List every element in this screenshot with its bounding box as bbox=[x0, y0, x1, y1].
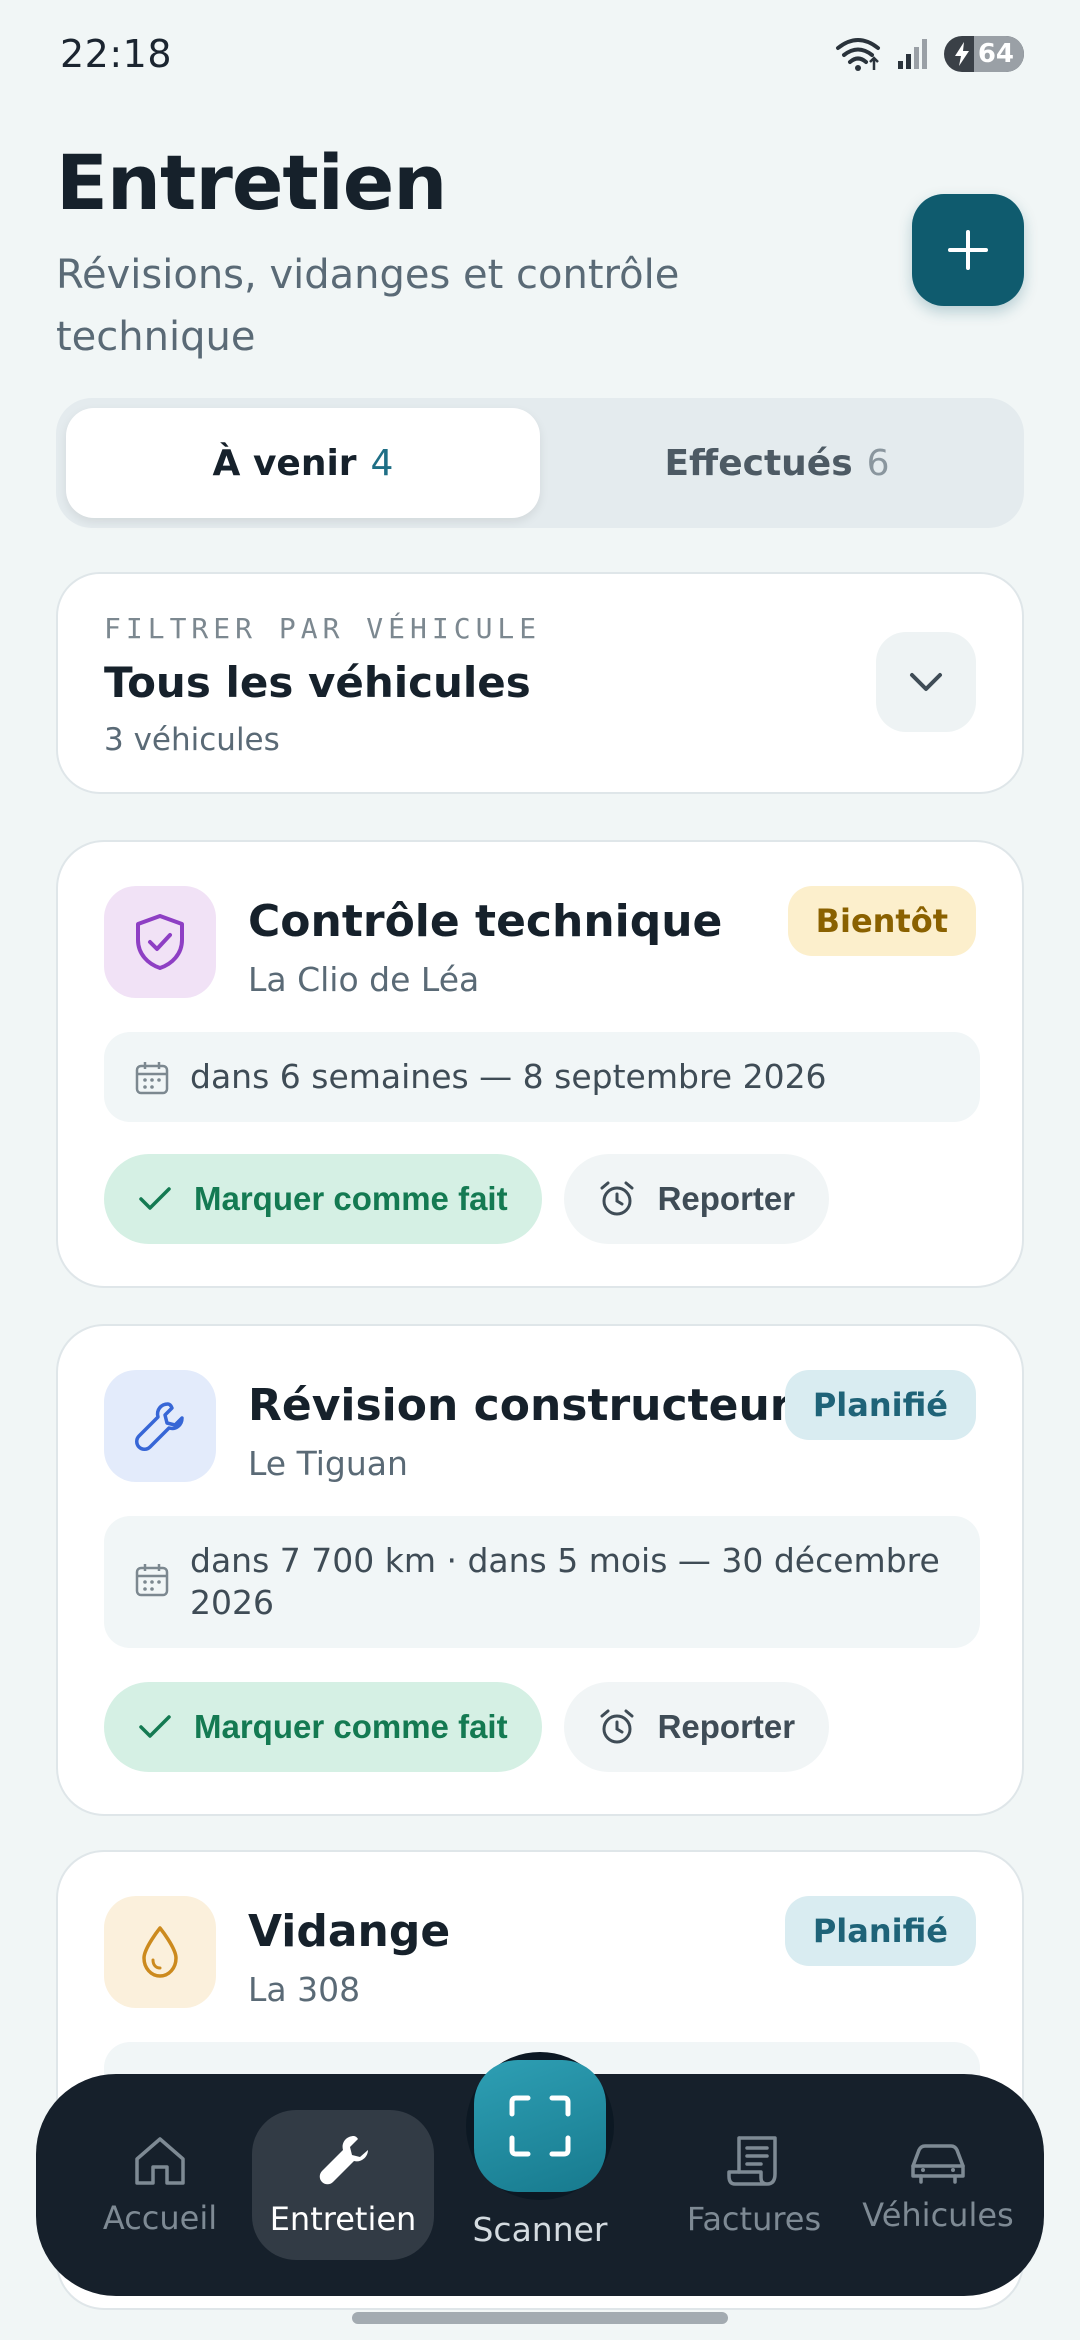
receipt-icon bbox=[727, 2136, 777, 2186]
postpone-button[interactable]: Reporter bbox=[563, 1682, 830, 1772]
page-title: Entretien bbox=[56, 138, 447, 227]
nav-item-home[interactable]: Accueil bbox=[60, 2110, 260, 2260]
wrench-icon bbox=[319, 2136, 368, 2185]
due-date-box: dans 7 700 km · dans 5 mois — 30 décembr… bbox=[104, 1516, 980, 1648]
signal-icon bbox=[897, 39, 927, 69]
scanner-ring bbox=[466, 2052, 614, 2200]
postpone-label: Reporter bbox=[657, 1708, 796, 1745]
tab-upcoming-count: 4 bbox=[370, 442, 394, 484]
plus-icon bbox=[948, 230, 988, 270]
wrench-icon bbox=[135, 1402, 184, 1451]
mark-done-label: Marquer comme fait bbox=[194, 1180, 508, 1217]
card-title: Vidange bbox=[248, 1906, 451, 1957]
tab-upcoming-label: À venir bbox=[212, 442, 357, 484]
status-time: 22:18 bbox=[60, 32, 173, 76]
home-icon bbox=[135, 2137, 185, 2185]
alarm-clock-icon bbox=[600, 1181, 634, 1216]
postpone-button[interactable]: Reporter bbox=[563, 1154, 830, 1244]
check-icon bbox=[139, 1715, 171, 1738]
due-text: dans 7 700 km · dans 5 mois — 30 décembr… bbox=[190, 1541, 940, 1622]
status-badge: Bientôt bbox=[787, 886, 976, 956]
nav-maintenance-label: Entretien bbox=[269, 2200, 417, 2238]
tab-completed-label: Effectués bbox=[664, 442, 853, 484]
postpone-label: Reporter bbox=[657, 1180, 796, 1217]
card-actions: Marquer comme fait Reporter bbox=[104, 1682, 830, 1772]
mark-done-label: Marquer comme fait bbox=[194, 1708, 508, 1745]
status-icons: 64 bbox=[834, 36, 1024, 72]
card-actions: Marquer comme fait Reporter bbox=[104, 1154, 830, 1244]
calendar-icon bbox=[135, 1062, 169, 1095]
due-text: dans 6 semaines — 8 septembre 2026 bbox=[190, 1057, 827, 1096]
card-vehicle: La 308 bbox=[248, 1970, 361, 2009]
mark-done-button[interactable]: Marquer comme fait bbox=[104, 1154, 542, 1244]
card-icon-container bbox=[104, 886, 216, 998]
nav-item-invoices[interactable]: Factures bbox=[654, 2110, 854, 2260]
tab-upcoming[interactable]: À venir 4 bbox=[66, 408, 540, 518]
oil-drop-icon bbox=[142, 1926, 178, 1978]
status-bar: 22:18 64 bbox=[0, 0, 1080, 110]
battery-level: 64 bbox=[973, 36, 1024, 72]
filter-dropdown-button[interactable] bbox=[876, 632, 976, 732]
scan-frame-icon bbox=[509, 2095, 571, 2157]
maintenance-screen: 22:18 64 Entretien Révisions, vidanges e… bbox=[0, 0, 1080, 2340]
status-badge: Planifié bbox=[784, 1896, 976, 1966]
add-maintenance-button[interactable] bbox=[912, 194, 1024, 306]
due-date-box: dans 6 semaines — 8 septembre 2026 bbox=[104, 1032, 980, 1122]
page-subtitle: Révisions, vidanges et contrôle techniqu… bbox=[56, 252, 680, 360]
card-icon-container bbox=[104, 1370, 216, 1482]
status-badge: Planifié bbox=[784, 1370, 976, 1440]
calendar-icon bbox=[135, 1564, 169, 1597]
card-vehicle: La Clio de Léa bbox=[248, 960, 480, 999]
nav-item-maintenance[interactable]: Entretien bbox=[252, 2110, 434, 2260]
charging-icon bbox=[954, 42, 969, 66]
card-icon-container bbox=[104, 1896, 216, 2008]
scanner-button[interactable] bbox=[474, 2060, 606, 2192]
card-title: Contrôle technique bbox=[248, 896, 723, 947]
card-title: Révision constructeur bbox=[248, 1380, 792, 1431]
car-icon bbox=[911, 2144, 965, 2184]
nav-vehicles-label: Véhicules bbox=[862, 2196, 1014, 2234]
nav-scanner-label: Scanner bbox=[472, 2210, 608, 2249]
bottom-navigation: Accueil Entretien Scanner Factures Véhic… bbox=[36, 2052, 1044, 2296]
nav-item-vehicles[interactable]: Véhicules bbox=[848, 2110, 1028, 2260]
filter-label: FILTRER PAR VÉHICULE bbox=[104, 612, 542, 645]
maintenance-card: Révision constructeur Le Tiguan Planifié… bbox=[56, 1324, 1024, 1816]
filter-selected-value: Tous les véhicules bbox=[104, 658, 531, 707]
tab-completed-count: 6 bbox=[866, 442, 890, 484]
alarm-clock-icon bbox=[600, 1709, 634, 1744]
card-vehicle: Le Tiguan bbox=[248, 1444, 408, 1483]
shield-icon bbox=[136, 914, 184, 970]
wifi-icon bbox=[835, 38, 880, 71]
maintenance-card: Contrôle technique La Clio de Léa Bientô… bbox=[56, 840, 1024, 1288]
battery-indicator: 64 bbox=[943, 36, 1024, 72]
home-indicator bbox=[352, 2312, 728, 2324]
check-icon bbox=[139, 1187, 171, 1210]
status-tabs: À venir 4 Effectués 6 bbox=[56, 398, 1024, 528]
nav-invoices-label: Factures bbox=[686, 2200, 822, 2238]
mark-done-button[interactable]: Marquer comme fait bbox=[104, 1682, 542, 1772]
chevron-down-icon bbox=[910, 673, 942, 691]
tab-completed[interactable]: Effectués 6 bbox=[540, 408, 1014, 518]
vehicle-filter[interactable]: FILTRER PAR VÉHICULE Tous les véhicules … bbox=[56, 572, 1024, 794]
nav-home-label: Accueil bbox=[102, 2199, 218, 2237]
filter-vehicle-count: 3 véhicules bbox=[104, 722, 280, 758]
